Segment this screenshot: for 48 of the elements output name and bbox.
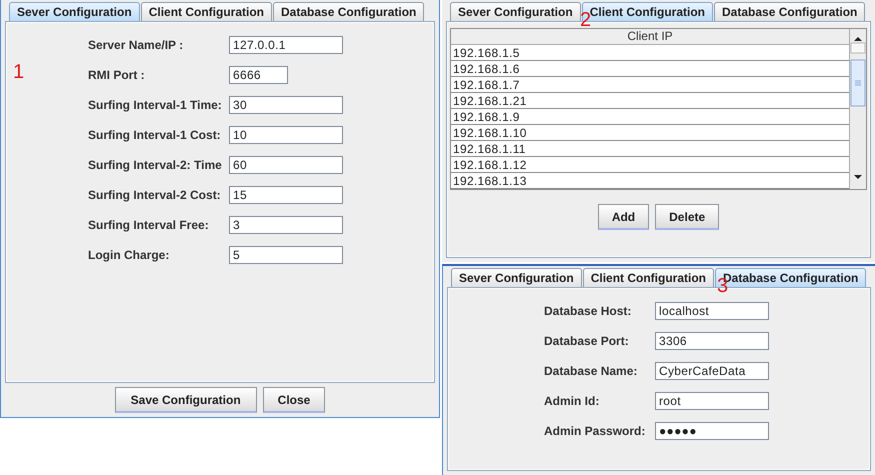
annotation-number: 1 (13, 62, 24, 82)
table-cell[interactable]: 192.168.1.7 (451, 77, 849, 93)
input-field[interactable]: 6666 (229, 66, 288, 84)
field-label: Surfing Interval-1 Cost: (88, 128, 222, 142)
input-field[interactable]: CyberCafeData (655, 362, 769, 380)
table-cell[interactable]: 192.168.1.9 (451, 109, 849, 125)
input-field[interactable]: 5 (229, 246, 343, 264)
table-cell[interactable]: 192.168.1.21 (451, 93, 849, 109)
table-cell[interactable]: 192.168.1.12 (451, 157, 849, 173)
tab[interactable]: Client Configuration (140, 2, 272, 21)
action-button[interactable]: Save Configuration (114, 387, 257, 413)
action-button[interactable]: Close (262, 387, 326, 413)
table-cell[interactable]: 192.168.1.6 (451, 61, 849, 77)
tab[interactable]: Sever Configuration (451, 268, 582, 287)
input-field[interactable]: 10 (229, 126, 343, 144)
field-label: Server Name/IP : (88, 38, 184, 52)
field-label: Surfing Interval Free: (88, 218, 210, 232)
tab[interactable]: Sever Configuration (450, 2, 581, 21)
field-label: Database Port: (544, 334, 630, 348)
action-button[interactable]: Add (598, 204, 650, 230)
input-field[interactable]: ●●●●● (655, 422, 769, 440)
input-field[interactable]: localhost (655, 302, 769, 320)
table-cell[interactable]: 192.168.1.10 (451, 125, 849, 141)
tab[interactable]: Sever Configuration (9, 2, 140, 21)
field-label: RMI Port : (88, 68, 146, 82)
table-cell[interactable]: 192.168.1.11 (451, 141, 849, 157)
field-label: Admin Password: (544, 424, 646, 438)
input-field[interactable]: 127.0.0.1 (229, 36, 343, 54)
field-label: Admin Id: (544, 394, 600, 408)
field-label: Database Name: (544, 364, 638, 378)
table-cell[interactable]: 192.168.1.13 (451, 173, 849, 189)
table-cell[interactable]: 192.168.1.5 (451, 45, 849, 61)
input-field[interactable]: 15 (229, 186, 343, 204)
input-field[interactable]: 3 (229, 216, 343, 234)
field-label: Surfing Interval-1 Time: (88, 98, 223, 112)
tab[interactable]: Database Configuration (714, 2, 866, 21)
column-header[interactable]: Client IP (451, 29, 849, 45)
field-label: Database Host: (544, 304, 632, 318)
input-field[interactable]: 60 (229, 156, 343, 174)
field-label: Login Charge: (88, 248, 170, 262)
field-label: Surfing Interval-2 Cost: (88, 188, 222, 202)
input-field[interactable]: 30 (229, 96, 343, 114)
input-field[interactable]: 3306 (655, 332, 769, 350)
field-label: Surfing Interval-2: Time (88, 158, 223, 172)
action-button[interactable]: Delete (655, 204, 720, 230)
input-field[interactable]: root (655, 392, 769, 410)
tab[interactable]: Database Configuration (273, 2, 424, 21)
tab[interactable]: Client Configuration (582, 268, 714, 287)
